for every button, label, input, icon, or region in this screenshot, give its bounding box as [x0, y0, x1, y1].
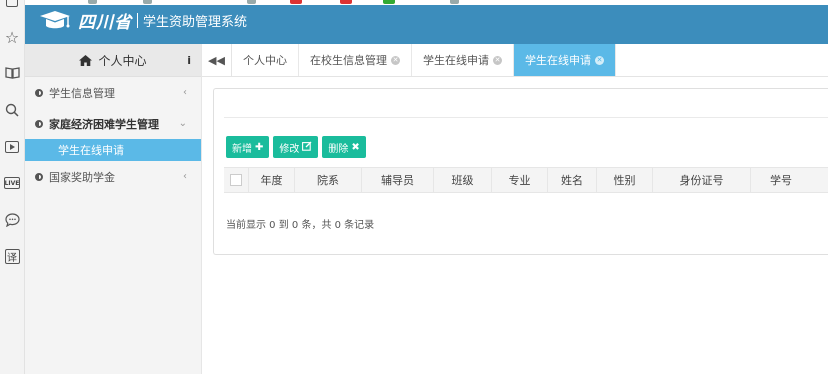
select-all-checkbox[interactable] [224, 168, 249, 192]
browser-side-toolbar: ☆ LIVE 译 [0, 0, 25, 374]
translate-label: 译 [4, 248, 20, 264]
table-header: 年度 院系 辅导员 班级 专业 姓名 性别 身份证号 学号 [224, 167, 828, 193]
chevron-left-icon: ‹ [183, 87, 187, 98]
window-icon[interactable] [2, 0, 22, 12]
column-header-student-id[interactable]: 学号 [751, 168, 811, 192]
column-header-gender[interactable]: 性别 [597, 168, 653, 192]
chevron-down-icon: ⌄ [178, 118, 187, 129]
tab-label: 学生在线申请 [525, 54, 591, 67]
system-name: 学生资助管理系统 [143, 15, 248, 30]
delete-button[interactable]: 删除 ✖ [322, 136, 366, 158]
column-header-department[interactable]: 院系 [295, 168, 362, 192]
star-icon[interactable]: ☆ [2, 27, 22, 47]
panel-divider [224, 117, 828, 118]
graduation-cap-icon [38, 10, 72, 32]
tab-label: 在校生信息管理 [310, 54, 387, 67]
add-button[interactable]: 新增 ✚ [226, 136, 270, 158]
sidebar-item-national-scholarship[interactable]: 国家奖助学金 ‹ [25, 161, 201, 192]
sidebar-item-label: 家庭经济困难学生管理 [49, 117, 159, 131]
book-icon[interactable] [2, 62, 22, 82]
close-icon[interactable]: ✕ [595, 55, 604, 65]
edit-icon [302, 141, 312, 154]
chat-icon[interactable] [2, 210, 22, 230]
circle-half-icon [35, 119, 43, 128]
header-top-strip [25, 0, 828, 5]
close-icon[interactable]: ✕ [493, 55, 502, 65]
tab-bar: ◀◀ 个人中心 在校生信息管理 ✕ 学生在线申请 ✕ 学生在线申请 ✕ [202, 44, 828, 77]
column-header-counselor[interactable]: 辅导员 [362, 168, 434, 192]
content-panel: 新增 ✚ 修改 删除 ✖ 年度 院系 辅导员 班级 专业 姓名 性别 身份证号 … [213, 88, 828, 255]
sidebar-subitem-online-application[interactable]: 学生在线申请 [25, 139, 201, 161]
circle-half-icon [35, 88, 43, 97]
sidebar-item-financial-hardship[interactable]: 家庭经济困难学生管理 ⌄ [25, 108, 201, 139]
tab-online-application[interactable]: 学生在线申请 ✕ [412, 44, 514, 76]
sidebar-item-label: 学生信息管理 [49, 86, 115, 100]
sidebar-item-student-info[interactable]: 学生信息管理 ‹ [25, 77, 201, 108]
sidebar: 个人中心 i 学生信息管理 ‹ 家庭经济困难学生管理 ⌄ 学生在线申请 国家奖助… [25, 44, 202, 374]
app-logo: 四川省 学生资助管理系统 [38, 8, 247, 33]
tab-online-application-active[interactable]: 学生在线申请 ✕ [514, 44, 616, 76]
plus-icon: ✚ [255, 141, 264, 153]
pagination-summary: 当前显示 0 到 0 条，共 0 条记录 [226, 220, 375, 231]
sidebar-subitem-label: 学生在线申请 [58, 144, 124, 157]
column-header-major[interactable]: 专业 [492, 168, 548, 192]
sidebar-personal-center[interactable]: 个人中心 i [25, 44, 201, 77]
delete-label: 删除 [328, 143, 349, 155]
tab-label: 个人中心 [243, 54, 287, 67]
logo-separator [137, 13, 138, 28]
chevron-left-icon: ‹ [183, 171, 187, 182]
column-header-id-number[interactable]: 身份证号 [653, 168, 751, 192]
column-header-year[interactable]: 年度 [249, 168, 295, 192]
column-header-class[interactable]: 班级 [434, 168, 492, 192]
double-chevron-left-icon[interactable]: ◀◀ [202, 44, 232, 76]
close-icon[interactable]: ✕ [391, 55, 400, 65]
add-label: 新增 [232, 143, 252, 155]
search-icon[interactable] [2, 100, 22, 120]
close-icon: ✖ [351, 141, 360, 153]
translate-icon[interactable]: 译 [2, 246, 22, 266]
home-icon [79, 54, 93, 66]
sidebar-item-label: 国家奖助学金 [49, 170, 115, 184]
live-icon[interactable]: LIVE [2, 173, 22, 193]
column-header-name[interactable]: 姓名 [548, 168, 597, 192]
sidebar-title: 个人中心 [98, 53, 147, 68]
edit-label: 修改 [279, 143, 300, 155]
circle-half-icon [35, 172, 43, 181]
action-toolbar: 新增 ✚ 修改 删除 ✖ [226, 136, 366, 158]
live-label: LIVE [4, 177, 20, 189]
video-icon[interactable] [2, 137, 22, 157]
info-icon[interactable]: i [187, 54, 191, 67]
edit-button[interactable]: 修改 [273, 136, 319, 158]
tab-personal-center[interactable]: 个人中心 [232, 44, 299, 76]
tab-label: 学生在线申请 [423, 54, 489, 67]
province-logo-text: 四川省 [78, 13, 132, 33]
tab-enrolled-student-info[interactable]: 在校生信息管理 ✕ [299, 44, 412, 76]
